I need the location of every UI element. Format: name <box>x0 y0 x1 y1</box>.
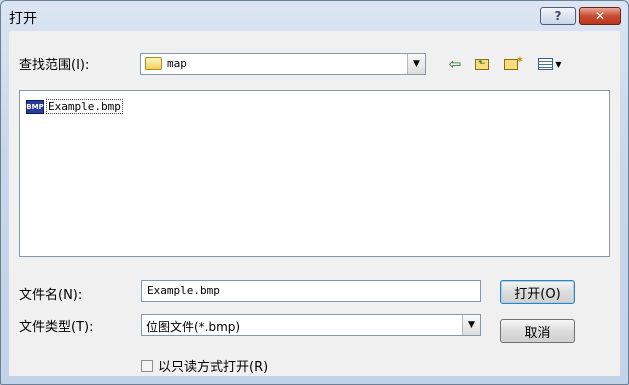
back-icon[interactable]: ⇦ <box>445 54 465 74</box>
cancel-button[interactable]: 取消 <box>500 319 575 343</box>
read-only-checkbox[interactable] <box>141 359 153 372</box>
chevron-down-icon[interactable]: ▼ <box>462 315 480 335</box>
chevron-down-icon[interactable]: ▼ <box>407 54 425 74</box>
bmp-file-icon: BMP <box>26 99 44 114</box>
open-file-dialog: 打开 ? ✕ 查找范围(I): map ▼ ⇦ ⬑ ✶ ▼ BMP Exampl… <box>0 0 629 385</box>
window-title: 打开 <box>9 11 37 27</box>
file-name-label: 文件名(N): <box>19 288 83 303</box>
up-one-level-icon[interactable]: ⬑ <box>472 54 492 74</box>
file-name: Example.bmp <box>46 99 123 114</box>
views-menu-icon[interactable]: ▼ <box>535 54 565 74</box>
close-button[interactable]: ✕ <box>579 7 621 25</box>
new-folder-icon[interactable]: ✶ <box>503 54 525 74</box>
look-in-combobox[interactable]: map ▼ <box>140 53 426 75</box>
title-bar[interactable]: 打开 ? ✕ <box>1 1 628 31</box>
read-only-option[interactable]: 以只读方式打开(R) <box>141 356 268 375</box>
help-button[interactable]: ? <box>540 7 576 25</box>
file-type-label: 文件类型(T): <box>19 320 94 335</box>
list-item[interactable]: BMP Example.bmp <box>26 99 123 114</box>
read-only-label: 以只读方式打开(R) <box>158 360 269 375</box>
open-button[interactable]: 打开(O) <box>500 280 575 304</box>
folder-icon <box>145 57 162 70</box>
look-in-value: map <box>167 57 187 70</box>
look-in-label: 查找范围(I): <box>19 58 90 73</box>
dialog-body: 查找范围(I): map ▼ ⇦ ⬑ ✶ ▼ BMP Example.bmp 文… <box>9 31 620 376</box>
file-name-field[interactable]: Example.bmp <box>141 280 481 302</box>
file-type-value: 位图文件(*.bmp) <box>146 320 241 334</box>
file-type-select[interactable]: 位图文件(*.bmp) ▼ <box>141 314 481 336</box>
file-list[interactable]: BMP Example.bmp <box>19 90 610 257</box>
